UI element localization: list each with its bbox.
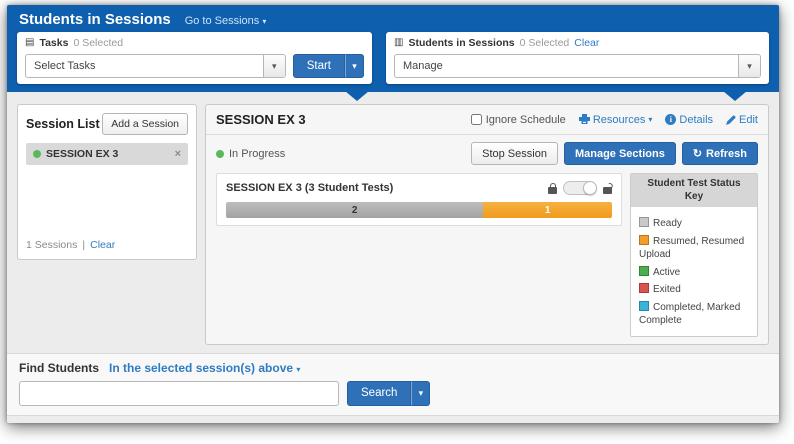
remove-session-icon[interactable]: × <box>175 148 181 160</box>
status-dot-icon <box>33 150 41 158</box>
ignore-schedule-checkbox[interactable] <box>471 114 482 125</box>
refresh-button[interactable]: ↻ Refresh <box>682 142 758 165</box>
status-key-ready: Ready <box>639 217 749 231</box>
resumed-segment: 1 <box>483 202 612 218</box>
student-test-status-key: Student Test Status Key Ready Resumed, R… <box>630 173 758 337</box>
page-title: Students in Sessions <box>19 11 171 28</box>
edit-link[interactable]: Edit <box>726 114 758 126</box>
pencil-icon <box>726 115 736 125</box>
session-count: 1 Sessions <box>26 239 77 251</box>
search-scope-dropdown[interactable]: In the selected session(s) above ▾ <box>109 361 300 375</box>
ready-swatch-icon <box>639 217 649 227</box>
ready-segment: 2 <box>226 202 483 218</box>
manage-dropdown-value: Manage <box>395 55 738 77</box>
resources-menu[interactable]: Resources ▾ <box>579 114 653 126</box>
session-card: SESSION EX 3 (3 Student Tests) 2 1 <box>216 173 622 226</box>
students-selected-count: 0 Selected <box>520 37 570 49</box>
resumed-swatch-icon <box>639 235 649 245</box>
separator: | <box>82 239 85 251</box>
students-panel-title: Students in Sessions <box>408 37 514 49</box>
select-tasks-dropdown[interactable]: Select Tasks ▾ <box>25 54 286 78</box>
session-detail-panel: SESSION EX 3 Ignore Schedule Resources ▾ <box>205 104 769 345</box>
find-students-input[interactable] <box>19 381 339 406</box>
start-button[interactable]: Start <box>293 54 345 78</box>
students-clear-link[interactable]: Clear <box>574 37 599 49</box>
session-status: In Progress <box>216 148 285 160</box>
session-list-panel: Session List Add a Session SESSION EX 3 … <box>17 104 197 260</box>
caret-down-icon: ▾ <box>648 115 652 124</box>
search-caret-button[interactable]: ▾ <box>411 381 430 406</box>
manage-sections-button[interactable]: Manage Sections <box>564 142 676 165</box>
start-caret-button[interactable]: ▾ <box>345 54 364 78</box>
lock-icon <box>548 187 557 194</box>
tasks-panel-title: Tasks <box>39 37 68 49</box>
session-card-title: SESSION EX 3 (3 Student Tests) <box>226 182 393 194</box>
session-list-clear-link[interactable]: Clear <box>90 239 115 251</box>
caret-down-icon[interactable]: ▾ <box>263 55 285 77</box>
find-students-section: Find Students In the selected session(s)… <box>7 353 779 416</box>
lock-toggle[interactable] <box>563 181 597 195</box>
session-list-item-label: SESSION EX 3 <box>46 148 118 160</box>
status-key-completed: Completed, Marked Complete <box>639 301 749 328</box>
add-a-session-button[interactable]: Add a Session <box>102 113 188 135</box>
refresh-icon: ↻ <box>693 147 702 160</box>
select-tasks-value: Select Tasks <box>26 55 263 77</box>
test-status-progress-bar: 2 1 <box>226 202 612 218</box>
find-students-label: Find Students <box>19 361 99 375</box>
status-key-title: Student Test Status Key <box>631 174 757 207</box>
page-content: Session List Add a Session SESSION EX 3 … <box>7 92 779 423</box>
status-key-resumed: Resumed, Resumed Upload <box>639 235 749 262</box>
completed-swatch-icon <box>639 301 649 311</box>
ignore-schedule-checkbox-label[interactable]: Ignore Schedule <box>471 114 566 126</box>
caret-down-icon: ▾ <box>296 365 300 374</box>
tasks-selected-count: 0 Selected <box>73 37 123 49</box>
status-key-exited: Exited <box>639 283 749 297</box>
exited-swatch-icon <box>639 283 649 293</box>
session-list-item[interactable]: SESSION EX 3 × <box>26 143 188 165</box>
active-swatch-icon <box>639 266 649 276</box>
students-icon: ▥ <box>394 38 403 48</box>
info-icon: i <box>665 114 676 125</box>
students-pointer <box>723 91 747 101</box>
app-window: Students in Sessions Go to Sessions ▾ ▤ … <box>7 5 779 423</box>
search-button[interactable]: Search <box>347 381 411 406</box>
page-header: Students in Sessions Go to Sessions ▾ ▤ … <box>7 5 779 92</box>
caret-down-icon: ▾ <box>262 17 266 26</box>
tasks-icon: ▤ <box>25 38 34 48</box>
go-to-sessions-link[interactable]: Go to Sessions ▾ <box>185 15 267 27</box>
session-title: SESSION EX 3 <box>216 112 306 127</box>
tasks-panel: ▤ Tasks 0 Selected Select Tasks ▾ Start … <box>17 32 372 84</box>
details-link[interactable]: i Details <box>665 114 713 126</box>
session-list-title: Session List <box>26 117 100 131</box>
tasks-pointer <box>345 91 369 101</box>
manage-dropdown[interactable]: Manage ▾ <box>394 54 761 78</box>
stop-session-button[interactable]: Stop Session <box>471 142 558 165</box>
status-key-active: Active <box>639 266 749 280</box>
caret-down-icon[interactable]: ▾ <box>738 55 760 77</box>
unlock-icon <box>603 187 612 194</box>
printer-icon <box>579 114 590 125</box>
students-in-sessions-panel: ▥ Students in Sessions 0 Selected Clear … <box>386 32 769 84</box>
status-dot-icon <box>216 150 224 158</box>
